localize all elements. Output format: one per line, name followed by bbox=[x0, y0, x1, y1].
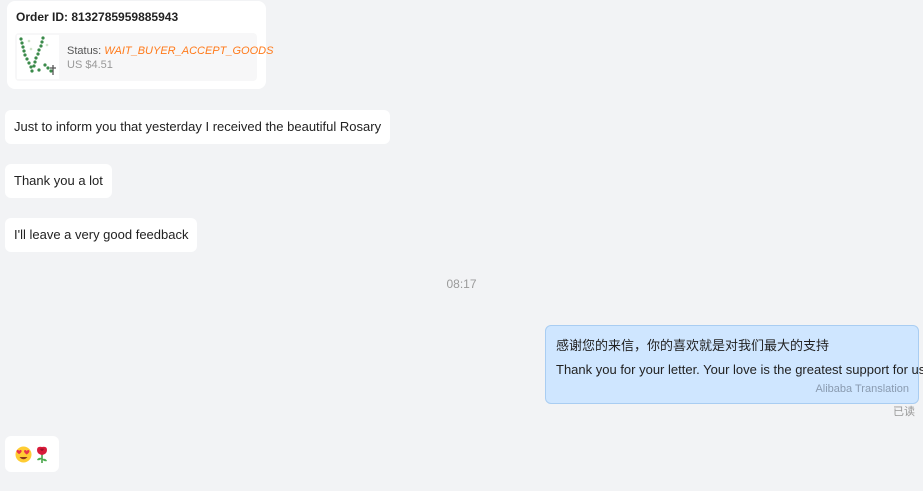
translated-text: Thank you for your letter. Your love is … bbox=[556, 362, 923, 377]
rose-emoji-icon bbox=[37, 446, 47, 463]
order-id: Order ID: 8132785959885943 bbox=[16, 10, 179, 24]
message-timestamp: 08:17 bbox=[446, 277, 477, 291]
rosary-image-icon bbox=[17, 35, 59, 79]
order-price: US $4.51 bbox=[67, 59, 113, 71]
translation-source-label[interactable]: Alibaba Translation bbox=[815, 383, 909, 395]
incoming-message: Thank you a lot bbox=[5, 164, 112, 198]
order-summary[interactable]: Status: WAIT_BUYER_ACCEPT_GOODS US $4.51 bbox=[15, 33, 273, 81]
outgoing-message: 感谢您的来信，你的喜欢就是对我们最大的支持 Thank you for your… bbox=[545, 325, 923, 404]
incoming-emoji-message bbox=[5, 436, 59, 472]
heart-eyes-emoji-icon bbox=[15, 446, 32, 463]
read-status: 已读 bbox=[893, 406, 915, 418]
order-status: Status: WAIT_BUYER_ACCEPT_GOODS bbox=[67, 45, 273, 57]
order-card[interactable]: Order ID: 8132785959885943 Status: WAIT_… bbox=[7, 1, 273, 89]
incoming-message: I'll leave a very good feedback bbox=[5, 218, 198, 252]
original-text: 感谢您的来信，你的喜欢就是对我们最大的支持 bbox=[556, 338, 830, 353]
status-value: WAIT_BUYER_ACCEPT_GOODS bbox=[104, 45, 274, 57]
status-label: Status: bbox=[67, 45, 105, 57]
incoming-message: Just to inform you that yesterday I rece… bbox=[5, 110, 391, 144]
